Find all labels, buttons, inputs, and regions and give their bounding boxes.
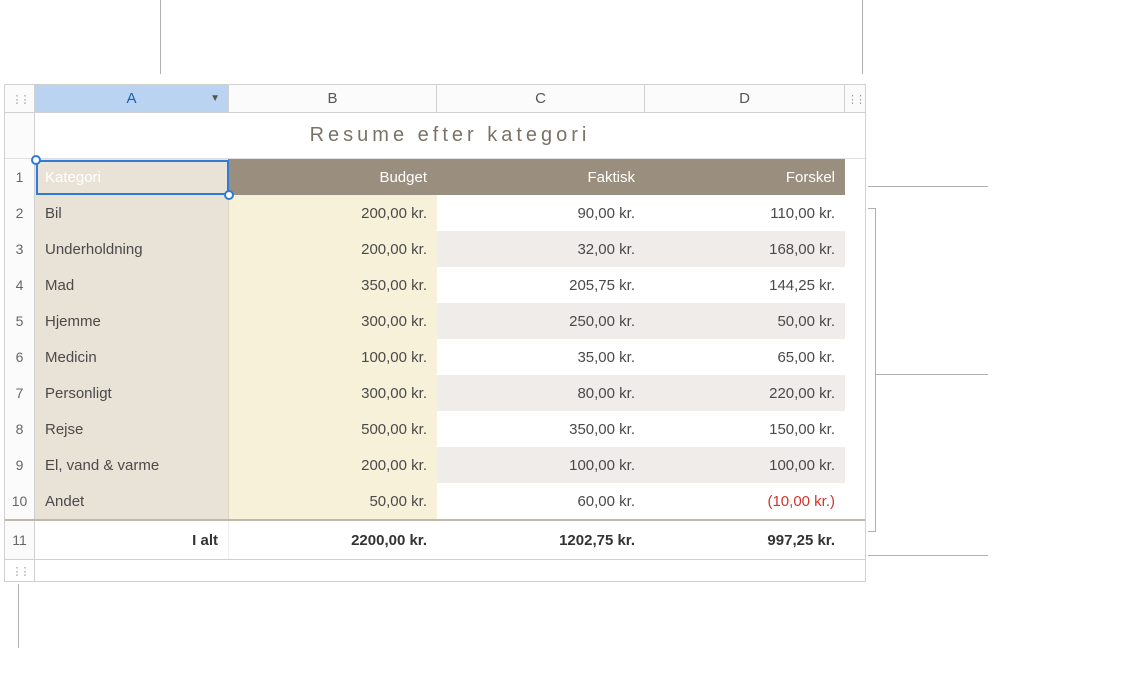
cell-budget[interactable]: 300,00 kr. bbox=[229, 375, 437, 411]
row-header-blank[interactable] bbox=[5, 113, 35, 158]
cell-actual[interactable]: 100,00 kr. bbox=[437, 447, 645, 483]
cell-category[interactable]: Medicin bbox=[35, 339, 229, 375]
row-header-4[interactable]: 4 bbox=[5, 267, 35, 303]
cell-category[interactable]: Bil bbox=[35, 195, 229, 231]
row-header-8[interactable]: 8 bbox=[5, 411, 35, 447]
cell-diff[interactable]: 100,00 kr. bbox=[645, 447, 845, 483]
table-row: 3Underholdning200,00 kr.32,00 kr.168,00 … bbox=[5, 231, 865, 267]
row-header-7[interactable]: 7 bbox=[5, 375, 35, 411]
footer-blank bbox=[35, 560, 865, 581]
add-row-handle[interactable] bbox=[5, 560, 35, 581]
cell-diff[interactable]: 50,00 kr. bbox=[645, 303, 845, 339]
table-row: 4Mad350,00 kr.205,75 kr.144,25 kr. bbox=[5, 267, 865, 303]
cell-diff[interactable]: 168,00 kr. bbox=[645, 231, 845, 267]
column-header-row: A ▼ B C D bbox=[5, 85, 865, 113]
row-header-2[interactable]: 2 bbox=[5, 195, 35, 231]
grip-icon bbox=[12, 564, 28, 578]
total-label[interactable]: I alt bbox=[35, 521, 229, 559]
column-header-label: B bbox=[327, 90, 337, 107]
cell-diff[interactable]: 110,00 kr. bbox=[645, 195, 845, 231]
table-row: 2Bil200,00 kr.90,00 kr.110,00 kr. bbox=[5, 195, 865, 231]
table-row: 8Rejse500,00 kr.350,00 kr.150,00 kr. bbox=[5, 411, 865, 447]
header-cell-actual[interactable]: Faktisk bbox=[437, 159, 645, 195]
row-header-3[interactable]: 3 bbox=[5, 231, 35, 267]
table-title-row: Resume efter kategori bbox=[5, 113, 865, 159]
callout-line bbox=[876, 374, 988, 375]
table-row: 9El, vand & varme200,00 kr.100,00 kr.100… bbox=[5, 447, 865, 483]
cell-diff[interactable]: 65,00 kr. bbox=[645, 339, 845, 375]
table-row: 6Medicin100,00 kr.35,00 kr.65,00 kr. bbox=[5, 339, 865, 375]
callout-line bbox=[868, 555, 988, 556]
cell-budget[interactable]: 200,00 kr. bbox=[229, 195, 437, 231]
total-diff[interactable]: 997,25 kr. bbox=[645, 521, 845, 559]
row-header-10[interactable]: 10 bbox=[5, 483, 35, 519]
cell-category[interactable]: El, vand & varme bbox=[35, 447, 229, 483]
cell-diff[interactable]: 150,00 kr. bbox=[645, 411, 845, 447]
total-actual[interactable]: 1202,75 kr. bbox=[437, 521, 645, 559]
row-header-9[interactable]: 9 bbox=[5, 447, 35, 483]
total-budget[interactable]: 2200,00 kr. bbox=[229, 521, 437, 559]
add-column-handle[interactable] bbox=[845, 85, 865, 112]
cell-budget[interactable]: 500,00 kr. bbox=[229, 411, 437, 447]
grip-icon bbox=[847, 92, 863, 106]
cell-actual[interactable]: 35,00 kr. bbox=[437, 339, 645, 375]
column-header-label: D bbox=[739, 90, 750, 107]
table-row: 10Andet50,00 kr.60,00 kr.(10,00 kr.) bbox=[5, 483, 865, 519]
column-header-B[interactable]: B bbox=[229, 85, 437, 112]
row-header-5[interactable]: 5 bbox=[5, 303, 35, 339]
column-header-C[interactable]: C bbox=[437, 85, 645, 112]
cell-budget[interactable]: 200,00 kr. bbox=[229, 447, 437, 483]
grip-icon bbox=[12, 92, 28, 106]
cell-budget[interactable]: 50,00 kr. bbox=[229, 483, 437, 519]
table-grip-handle[interactable] bbox=[5, 85, 35, 112]
cell-actual[interactable]: 80,00 kr. bbox=[437, 375, 645, 411]
table-total-row: 11 I alt 2200,00 kr. 1202,75 kr. 997,25 … bbox=[5, 519, 865, 559]
selection-handle[interactable] bbox=[224, 190, 234, 200]
cell-actual[interactable]: 205,75 kr. bbox=[437, 267, 645, 303]
callout-line bbox=[868, 186, 988, 187]
cell-budget[interactable]: 350,00 kr. bbox=[229, 267, 437, 303]
cell-category[interactable]: Personligt bbox=[35, 375, 229, 411]
cell-budget[interactable]: 300,00 kr. bbox=[229, 303, 437, 339]
chevron-down-icon[interactable]: ▼ bbox=[210, 93, 220, 104]
cell-category[interactable]: Andet bbox=[35, 483, 229, 519]
cell-budget[interactable]: 100,00 kr. bbox=[229, 339, 437, 375]
table-footer-row bbox=[5, 559, 865, 581]
cell-diff[interactable]: 144,25 kr. bbox=[645, 267, 845, 303]
cell-actual[interactable]: 350,00 kr. bbox=[437, 411, 645, 447]
header-cell-category[interactable]: Kategori bbox=[35, 159, 229, 195]
table-row: 7Personligt300,00 kr.80,00 kr.220,00 kr. bbox=[5, 375, 865, 411]
callout-bracket bbox=[868, 208, 876, 532]
header-cell-diff[interactable]: Forskel bbox=[645, 159, 845, 195]
header-cell-budget[interactable]: Budget bbox=[229, 159, 437, 195]
cell-actual[interactable]: 250,00 kr. bbox=[437, 303, 645, 339]
table-header-row: 1 Kategori Budget Faktisk Forskel bbox=[5, 159, 865, 195]
cell-category[interactable]: Underholdning bbox=[35, 231, 229, 267]
row-header-6[interactable]: 6 bbox=[5, 339, 35, 375]
cell-category[interactable]: Hjemme bbox=[35, 303, 229, 339]
column-header-A[interactable]: A ▼ bbox=[35, 85, 229, 112]
table-row: 5Hjemme300,00 kr.250,00 kr.50,00 kr. bbox=[5, 303, 865, 339]
cell-actual[interactable]: 60,00 kr. bbox=[437, 483, 645, 519]
callout-line bbox=[160, 0, 161, 74]
spreadsheet-table: A ▼ B C D Resume efter kategori 1 Katego… bbox=[4, 84, 866, 582]
selection-handle[interactable] bbox=[31, 155, 41, 165]
table-title[interactable]: Resume efter kategori bbox=[35, 113, 865, 158]
column-header-label: C bbox=[535, 90, 546, 107]
column-header-label: A bbox=[126, 90, 136, 107]
cell-actual[interactable]: 32,00 kr. bbox=[437, 231, 645, 267]
cell-category[interactable]: Mad bbox=[35, 267, 229, 303]
row-header-1[interactable]: 1 bbox=[5, 159, 35, 195]
callout-line bbox=[18, 584, 19, 648]
cell-diff[interactable]: (10,00 kr.) bbox=[645, 483, 845, 519]
cell-diff[interactable]: 220,00 kr. bbox=[645, 375, 845, 411]
column-header-D[interactable]: D bbox=[645, 85, 845, 112]
cell-budget[interactable]: 200,00 kr. bbox=[229, 231, 437, 267]
callout-line bbox=[862, 0, 863, 74]
cell-actual[interactable]: 90,00 kr. bbox=[437, 195, 645, 231]
row-header-11[interactable]: 11 bbox=[5, 521, 35, 559]
cell-category[interactable]: Rejse bbox=[35, 411, 229, 447]
